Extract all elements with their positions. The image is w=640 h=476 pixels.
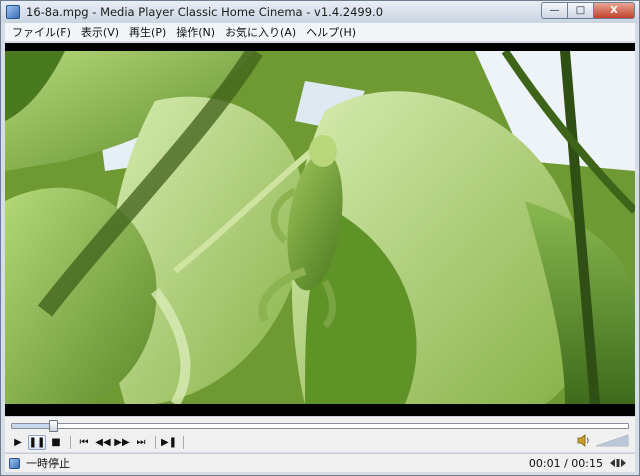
seek-bar[interactable] (11, 420, 629, 432)
video-area[interactable] (5, 43, 635, 416)
speaker-icon[interactable] (577, 434, 591, 447)
title-bar[interactable]: 16-8a.mpg - Media Player Classic Home Ci… (1, 1, 639, 23)
close-button[interactable]: X (593, 2, 635, 19)
menu-help[interactable]: ヘルプ(H) (301, 24, 361, 40)
menu-navigate[interactable]: 操作(N) (171, 24, 220, 40)
time-display[interactable]: 00:01 / 00:15 (529, 457, 603, 470)
video-picture (5, 51, 635, 404)
stop-button[interactable]: ■ (47, 435, 65, 450)
pause-button[interactable]: ❚❚ (28, 434, 46, 450)
play-button[interactable]: ▶ (9, 435, 27, 450)
playback-buttons: ▶ ❚❚ ■ ⏮ ◀◀ ▶▶ ⏭ ▶❚ (9, 434, 188, 450)
seek-thumb[interactable] (49, 420, 59, 432)
seek-progress (12, 424, 54, 428)
forward-button[interactable]: ▶▶ (113, 435, 131, 450)
separator (155, 435, 156, 449)
separator (70, 435, 71, 449)
video-frame (5, 51, 635, 404)
minimize-button[interactable]: — (541, 2, 567, 19)
volume-slider[interactable] (595, 434, 629, 447)
separator (183, 435, 184, 449)
playback-status: 一時停止 (26, 457, 70, 470)
status-bar: 一時停止 00:01 / 00:15 (5, 453, 635, 472)
window-title: 16-8a.mpg - Media Player Classic Home Ci… (26, 5, 384, 19)
maximize-button[interactable]: □ (567, 2, 593, 19)
mpc-hc-icon[interactable] (6, 5, 20, 19)
menu-favorites[interactable]: お気に入り(A) (220, 24, 301, 40)
control-bar: ▶ ❚❚ ■ ⏮ ◀◀ ▶▶ ⏭ ▶❚ (5, 416, 635, 452)
window-controls: — □ X (541, 2, 635, 19)
rewind-button[interactable]: ◀◀ (94, 435, 112, 450)
menu-play[interactable]: 再生(P) (124, 24, 171, 40)
volume-control (577, 434, 629, 447)
mpc-window: 16-8a.mpg - Media Player Classic Home Ci… (0, 0, 640, 476)
sync-icon[interactable] (609, 457, 627, 469)
menu-view[interactable]: 表示(V) (76, 24, 124, 40)
menu-bar: ファイル(F) 表示(V) 再生(P) 操作(N) お気に入り(A) ヘルプ(H… (5, 23, 635, 42)
previous-button[interactable]: ⏮ (75, 435, 93, 450)
frame-step-button[interactable]: ▶❚ (160, 435, 178, 450)
next-button[interactable]: ⏭ (132, 435, 150, 450)
status-mpc-icon (9, 457, 20, 469)
menu-file[interactable]: ファイル(F) (7, 24, 76, 40)
